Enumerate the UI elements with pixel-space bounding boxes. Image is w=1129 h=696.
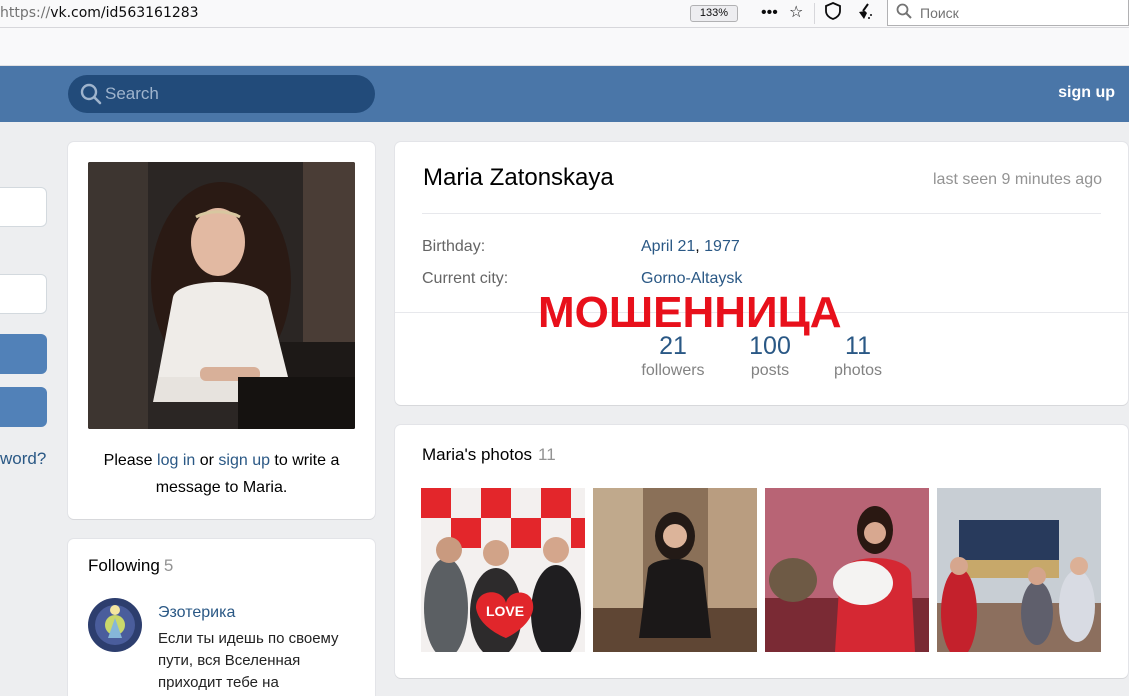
birthday-separator: , [695,238,705,255]
forgot-password-link[interactable]: word? [0,449,46,469]
group-avatar[interactable] [88,598,142,652]
birthday-date-link[interactable]: April 21 [641,238,695,255]
login-email-field[interactable] [0,187,47,227]
birthday-year-link[interactable]: 1977 [704,238,740,255]
following-title: Following [88,556,160,575]
last-seen-status: last seen 9 minutes ago [933,171,1102,188]
address-bar[interactable]: https://vk.com/id563161283 [0,5,199,21]
menu-dots-icon[interactable]: ••• [761,2,778,24]
profile-name: Maria Zatonskaya [423,164,614,191]
avatar-card: Please log in or sign up to write a mess… [68,142,375,519]
birthday-label: Birthday: [422,238,486,255]
toolbar-divider [814,3,815,24]
login-prompt-mid: or [195,452,219,469]
login-password-field[interactable] [0,274,47,314]
photo-thumbnail[interactable] [593,488,757,652]
scam-warning-overlay: МОШЕННИЦА [538,288,842,337]
photos-header[interactable]: Maria's photos 11 [422,445,556,465]
photo-thumbnail[interactable]: LOVE [421,488,585,652]
browser-toolbar: https://vk.com/id563161283 133% ••• ☆ По… [0,0,1129,28]
url-scheme: https:// [0,5,51,21]
signup-link[interactable]: sign up [218,452,270,469]
clean-icon[interactable] [856,2,874,27]
city-value-link[interactable]: Gorno-Altaysk [641,270,742,288]
profile-info-card: Maria Zatonskaya last seen 9 minutes ago… [395,142,1128,405]
star-icon[interactable]: ☆ [789,2,803,24]
following-header[interactable]: Following 5 [88,556,173,576]
shield-icon[interactable] [824,2,842,27]
following-card: Following 5 Эзотерика Если ты идешь по св… [68,539,375,696]
header-signup-link[interactable]: sign up [1058,84,1115,102]
login-link[interactable]: log in [157,452,195,469]
zoom-badge[interactable]: 133% [690,5,738,22]
login-prompt: Please log in or sign up to write a mess… [88,447,355,501]
register-button[interactable] [0,387,47,427]
login-button[interactable] [0,334,47,374]
search-icon [896,3,912,23]
site-search-placeholder: Search [105,84,159,103]
photos-total: 11 [538,445,556,464]
browser-search-input[interactable]: Поиск [887,0,1129,26]
posts-counter[interactable]: 100 posts [735,332,805,382]
bookmarks-bar [0,28,1129,66]
url-path: vk.com/id563161283 [50,5,199,21]
login-prompt-prefix: Please [103,452,158,469]
profile-divider [422,213,1101,214]
svg-text:LOVE: LOVE [486,603,524,619]
site-search-input[interactable]: Search [68,75,375,113]
followers-label: followers [641,362,705,379]
group-description: Если ты идешь по своему пути, вся Вселен… [158,630,339,691]
profile-photo[interactable] [88,162,355,429]
posts-label: posts [750,362,790,379]
photo-thumbnail[interactable] [937,488,1101,652]
photos-title: Maria's photos [422,445,533,464]
browser-search-placeholder: Поиск [920,5,959,21]
group-name-link[interactable]: Эзотерика [158,604,235,622]
photo-thumbnail[interactable] [765,488,929,652]
photos-counter[interactable]: 11 photos [823,332,893,382]
birthday-value: April 21, 1977 [641,238,740,256]
search-icon [80,83,102,105]
following-count: 5 [163,556,174,575]
city-label: Current city: [422,270,509,287]
photos-card: Maria's photos 11 LOVE [395,425,1128,678]
photos-label: photos [833,362,883,379]
followers-counter[interactable]: 21 followers [627,332,719,382]
